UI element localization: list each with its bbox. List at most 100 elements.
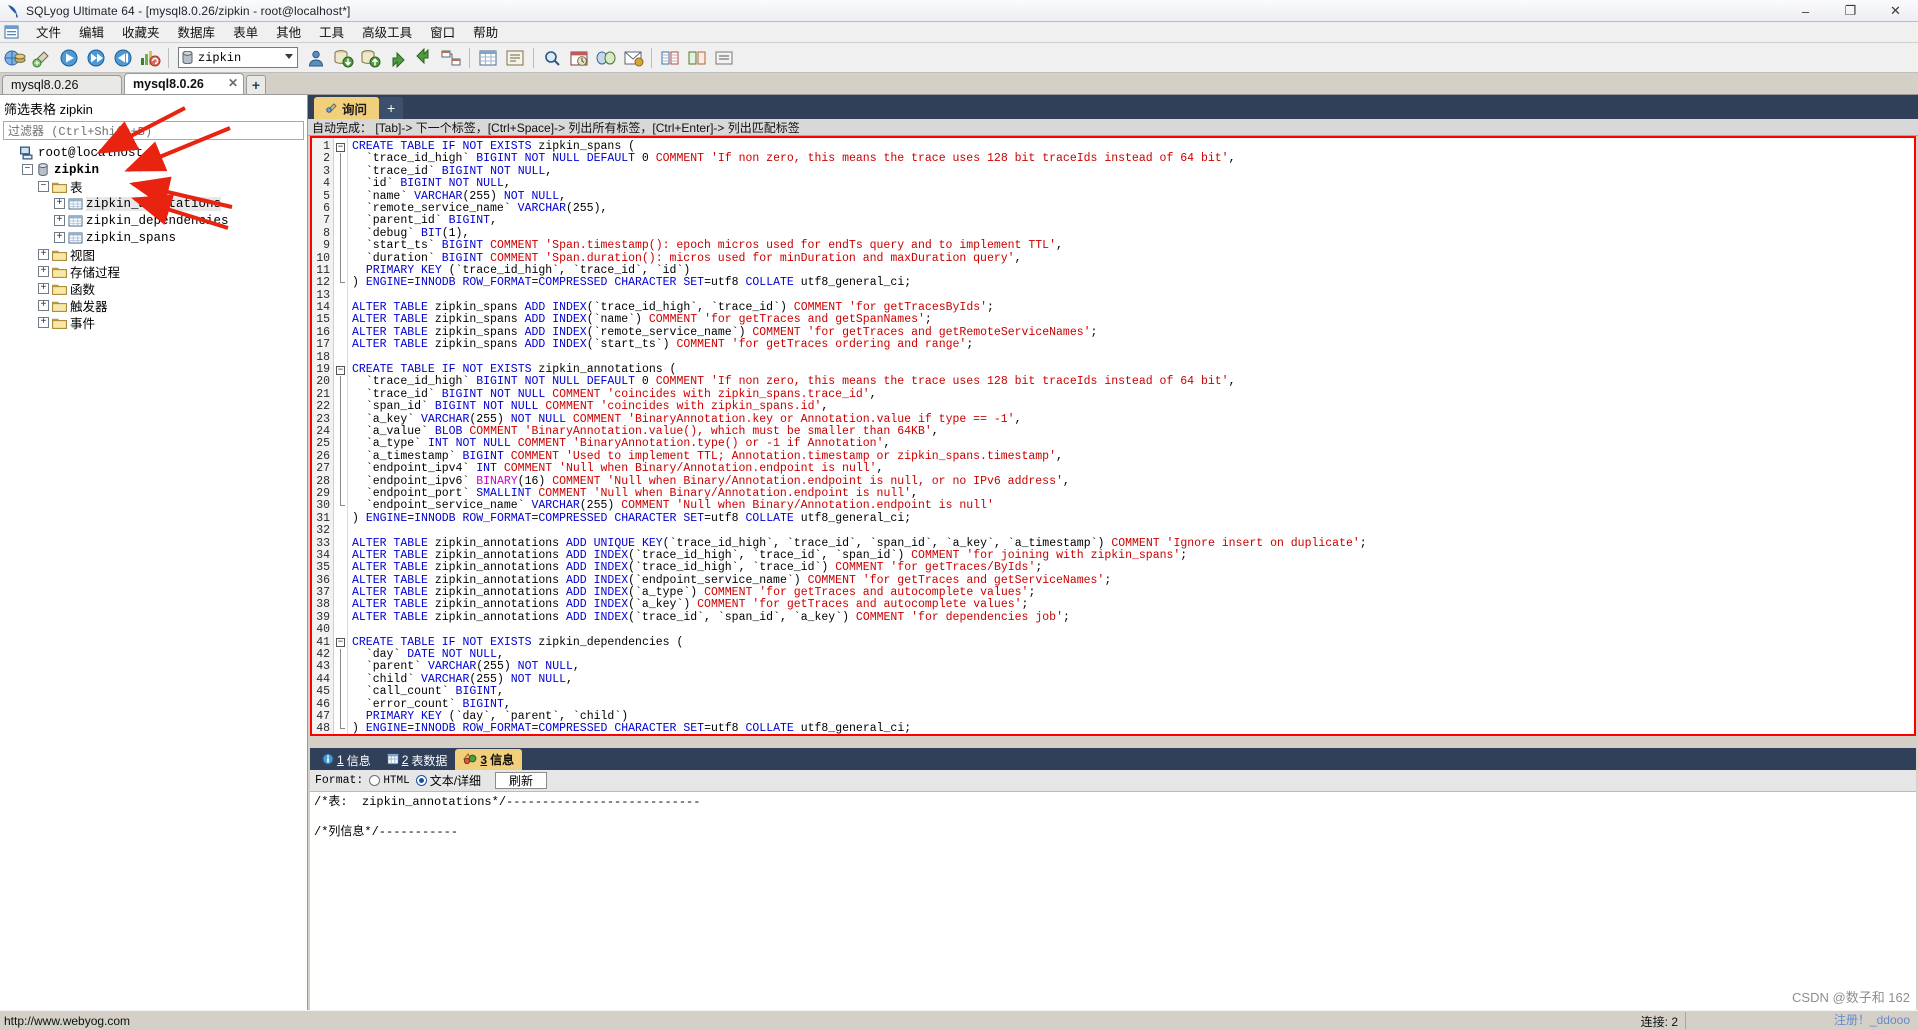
tree-item--[interactable]: + 触发器 [0, 297, 307, 314]
refresh-button[interactable]: 刷新 [495, 772, 548, 789]
fold-slot[interactable]: − [334, 637, 347, 649]
fold-slot[interactable] [334, 487, 347, 501]
status-url[interactable]: http://www.webyog.com [0, 1014, 130, 1028]
options-icon[interactable] [711, 45, 737, 71]
window-menu-icon[interactable] [4, 25, 21, 40]
minimize-button[interactable]: – [1783, 0, 1828, 22]
fold-slot[interactable] [334, 463, 347, 476]
fold-slot[interactable]: − [334, 364, 347, 376]
connection-tab-2[interactable]: mysql8.0.26 ✕ [124, 73, 244, 94]
filter-input[interactable]: 过滤器 (Ctrl+Shift+B) [3, 121, 304, 140]
fold-slot[interactable] [334, 252, 347, 265]
code-line[interactable]: `day` DATE NOT NULL, [352, 648, 1914, 661]
data-compare-icon[interactable] [684, 45, 710, 71]
code-line[interactable]: ALTER TABLE zipkin_spans ADD INDEX(`star… [352, 338, 1914, 351]
fold-slot[interactable] [334, 215, 347, 228]
format-radio-html[interactable]: HTML [369, 775, 410, 787]
fold-slot[interactable] [334, 290, 347, 302]
fold-slot[interactable] [334, 327, 347, 339]
tree-item--[interactable]: + 函数 [0, 280, 307, 297]
object-tree[interactable]: root@localhost − zipkin − 表 + zipkin_annotatio… [0, 140, 307, 1010]
backup-icon[interactable] [330, 45, 356, 71]
tree-item--[interactable]: − 表 [0, 178, 307, 195]
fold-toggle-icon[interactable]: − [336, 638, 345, 648]
fold-slot[interactable] [334, 165, 347, 179]
tree-expander[interactable]: + [38, 300, 49, 311]
execute-current-icon[interactable] [110, 45, 136, 71]
scheduler-icon[interactable] [566, 45, 592, 71]
result-message-output[interactable]: /*表: zipkin_annotations*/---------------… [310, 792, 1916, 1010]
menu-advanced-tools[interactable]: 高级工具 [353, 20, 421, 44]
fold-slot[interactable] [334, 686, 347, 699]
new-object-icon[interactable] [29, 45, 55, 71]
tree-item--[interactable]: + 事件 [0, 314, 307, 331]
fold-slot[interactable] [334, 352, 347, 364]
fold-slot[interactable] [334, 475, 347, 488]
maximize-button[interactable]: ❐ [1828, 0, 1873, 22]
fold-slot[interactable] [334, 302, 347, 314]
close-icon[interactable]: ✕ [228, 76, 238, 90]
new-connection-icon[interactable] [2, 45, 28, 71]
menu-database[interactable]: 数据库 [169, 20, 225, 44]
execute-icon[interactable] [56, 45, 82, 71]
fold-slot[interactable] [334, 178, 347, 191]
new-query-tab-button[interactable]: + [379, 97, 404, 119]
fold-slot[interactable] [334, 376, 347, 389]
fold-slot[interactable] [334, 264, 347, 278]
code-line[interactable]: ) ENGINE=INNODB ROW_FORMAT=COMPRESSED CH… [352, 276, 1914, 289]
fold-slot[interactable]: − [334, 141, 347, 153]
menu-help[interactable]: 帮助 [464, 20, 507, 44]
connection-tab-1[interactable]: mysql8.0.26 [2, 75, 122, 94]
sql-code-content[interactable]: CREATE TABLE IF NOT EXISTS zipkin_spans … [348, 138, 1914, 734]
code-line[interactable]: ) ENGINE=INNODB ROW_FORMAT=COMPRESSED CH… [352, 722, 1914, 734]
export-icon[interactable] [411, 45, 437, 71]
grid-icon[interactable] [657, 45, 683, 71]
fold-slot[interactable] [334, 500, 347, 512]
fold-slot[interactable] [334, 723, 347, 734]
fold-slot[interactable] [334, 202, 347, 216]
menu-favorites[interactable]: 收藏夹 [113, 20, 169, 44]
fold-slot[interactable] [334, 624, 347, 636]
tree-expander[interactable]: + [38, 249, 49, 260]
result-tab-2[interactable]: 2 表数据 [379, 750, 456, 770]
restore-icon[interactable] [357, 45, 383, 71]
tree-expander[interactable]: + [54, 198, 65, 209]
tree-item-zipkin[interactable]: − zipkin [0, 161, 307, 178]
import-icon[interactable] [384, 45, 410, 71]
fold-slot[interactable] [334, 698, 347, 711]
tree-expander[interactable]: − [38, 181, 49, 192]
fold-slot[interactable] [334, 673, 347, 687]
fold-slot[interactable] [334, 525, 347, 537]
tree-item-zipkin_annotations[interactable]: + zipkin_annotations [0, 195, 307, 212]
fold-slot[interactable] [334, 277, 347, 289]
fold-toggle-icon[interactable]: − [336, 142, 345, 152]
schema-designer-icon[interactable] [438, 45, 464, 71]
sql-editor[interactable]: 1 2 3 4 5 6 7 8 9 10 11 12 13 14 15 16 17 18 19 20 21 22 23 24 2… [310, 136, 1916, 736]
notifications-icon[interactable] [620, 45, 646, 71]
table-data-icon[interactable] [475, 45, 501, 71]
execute-all-icon[interactable] [83, 45, 109, 71]
fold-slot[interactable] [334, 538, 347, 550]
tree-item-root-localhost[interactable]: root@localhost [0, 144, 307, 161]
tree-item--[interactable]: + 存储过程 [0, 263, 307, 280]
tree-expander[interactable]: + [38, 317, 49, 328]
fold-slot[interactable] [334, 240, 347, 253]
code-line[interactable]: `remote_service_name` VARCHAR(255), [352, 202, 1914, 215]
user-manager-icon[interactable] [303, 45, 329, 71]
tree-expander[interactable]: + [38, 283, 49, 294]
result-tab-3[interactable]: 3 信息 [455, 749, 523, 770]
tree-expander[interactable]: + [54, 232, 65, 243]
fold-slot[interactable] [334, 550, 347, 562]
fold-slot[interactable] [334, 587, 347, 599]
code-line[interactable]: `trace_id` BIGINT NOT NULL, [352, 165, 1914, 178]
result-tab-1[interactable]: 1 信息 [314, 750, 379, 770]
tree-expander[interactable]: + [54, 215, 65, 226]
query-builder-icon[interactable] [502, 45, 528, 71]
fold-slot[interactable] [334, 450, 347, 464]
fold-slot[interactable] [334, 661, 347, 674]
code-line[interactable]: `parent_id` BIGINT, [352, 214, 1914, 227]
code-line[interactable]: ) ENGINE=INNODB ROW_FORMAT=COMPRESSED CH… [352, 512, 1914, 525]
fold-slot[interactable] [334, 710, 347, 724]
fold-slot[interactable] [334, 413, 347, 426]
tab-query[interactable]: 询问 [314, 97, 380, 119]
